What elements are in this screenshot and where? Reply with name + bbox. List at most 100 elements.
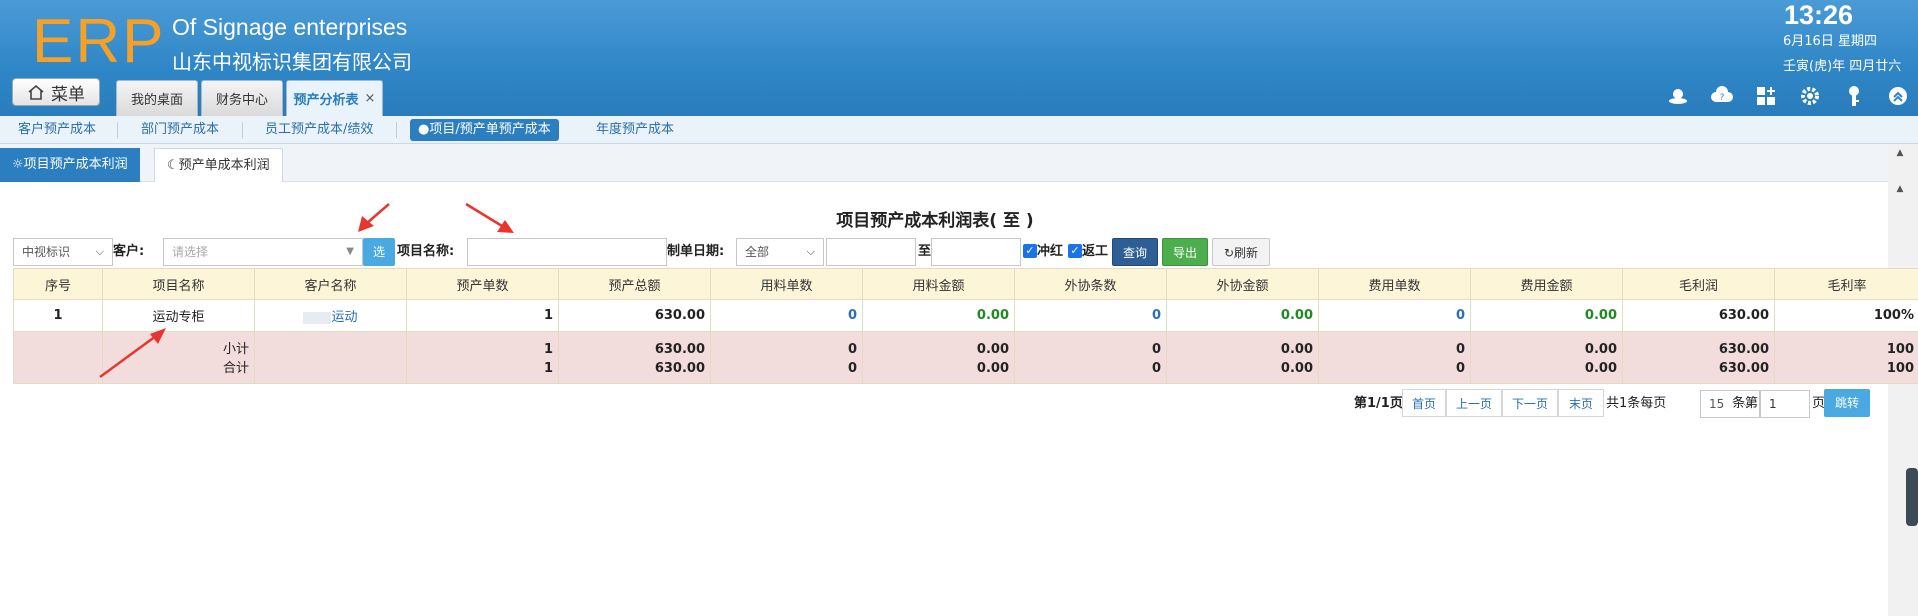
customer-placeholder: 请选择 [172, 245, 209, 259]
project-name-input[interactable] [467, 238, 667, 266]
cell-outsource-count[interactable]: 0 [1014, 299, 1167, 332]
prev-page-button[interactable]: 上一页 [1446, 389, 1502, 417]
tab-finance-center[interactable]: 财务中心 [201, 80, 283, 116]
key-icon[interactable] [1842, 84, 1866, 108]
date-to-label: 至 [918, 244, 932, 259]
col-header[interactable]: 用料单数 [710, 268, 863, 300]
app-header: ERP Of Signage enterprises 山东中视标识集团有限公司 … [0, 0, 1918, 116]
last-page-button[interactable]: 末页 [1558, 389, 1604, 417]
query-button[interactable]: 查询 [1112, 238, 1158, 266]
profit-table: 序号 项目名称 客户名称 预产单数 预产总额 用料单数 用料金额 外协条数 外协… [13, 268, 1918, 384]
sun-icon: ☼ [12, 157, 24, 172]
filter-bar: 中视标识 ⌵ 客户: 请选择 ▼ 选 项目名称: 制单日期: 全部 ⌵ 至 ✓ … [13, 238, 1873, 268]
refresh-icon: ↻ [1223, 246, 1235, 260]
next-page-button[interactable]: 下一页 [1502, 389, 1558, 417]
subnav-employee-cost[interactable]: 员工预产成本/绩效 [265, 116, 373, 144]
cell-fee-count[interactable]: 0 [1318, 299, 1471, 332]
rework-label: 返工 [1082, 244, 1109, 259]
cell-profit-rate: 100% [1774, 299, 1918, 332]
refresh-button[interactable]: ↻刷新 [1212, 238, 1270, 266]
scroll-up-icon[interactable]: ▲ [1892, 184, 1908, 198]
date-label: 制单日期: [667, 244, 725, 259]
gear-icon[interactable] [1798, 84, 1822, 108]
cell-outsource-amount: 0.00 [1166, 299, 1319, 332]
tab-order-profit[interactable]: ☾预产单成本利润 [154, 148, 283, 182]
cell-sum-fee-count: 00 [1318, 331, 1471, 384]
subnav-divider [242, 122, 243, 138]
customer-link[interactable]: 运动 [331, 310, 357, 325]
user-hat-icon[interactable] [1666, 84, 1690, 108]
jump-page-button[interactable]: 跳转 [1824, 389, 1870, 417]
company-select[interactable]: 中视标识 ⌵ [13, 238, 113, 266]
col-header[interactable]: 外协金额 [1166, 268, 1319, 300]
choose-customer-button[interactable]: 选 [363, 238, 395, 266]
tab-preprod-analysis[interactable]: 预产分析表 × [286, 80, 383, 116]
subnav-divider [117, 122, 118, 138]
subnav-project-cost[interactable]: ●项目/预产单预产成本 [410, 119, 559, 141]
report-title: 项目预产成本利润表( 至 ) [836, 211, 1034, 231]
scrollbar-thumb[interactable] [1906, 468, 1918, 526]
subnav-department-cost[interactable]: 部门预产成本 [141, 116, 219, 144]
svg-text:?: ? [1720, 93, 1725, 103]
date-to-input[interactable] [931, 238, 1021, 266]
collapse-up-icon[interactable] [1886, 84, 1910, 108]
menu-button[interactable]: 菜单 [12, 78, 100, 106]
menu-button-label: 菜单 [51, 84, 85, 105]
cell-sum-total: 630.00 630.00 [558, 331, 711, 384]
customer-input[interactable]: 请选择 ▼ [163, 238, 363, 266]
col-header[interactable]: 序号 [13, 268, 103, 300]
cell-customer: 运动 [254, 299, 407, 332]
customer-label: 客户: [113, 244, 145, 259]
scroll-up-icon[interactable]: ▲ [1892, 148, 1908, 162]
red-reverse-label: 冲红 [1037, 244, 1064, 259]
date-range-select[interactable]: 全部 ⌵ [736, 238, 824, 266]
page-suffix-text: 条第 [1732, 396, 1759, 411]
tab-my-desktop[interactable]: 我的桌面 [116, 80, 198, 116]
pagination: 第1/1页 首页 上一页 下一页 末页 共1条每页 15 ⌵ 条第 1 页 跳转 [0, 389, 1918, 419]
cell-profit: 630.00 [1622, 299, 1775, 332]
col-header[interactable]: 毛利润 [1622, 268, 1775, 300]
cell-summary-labels: 小计 合计 [102, 331, 255, 384]
cell-sum-material-count: 00 [710, 331, 863, 384]
cell-no: 1 [13, 299, 103, 332]
total-records-text: 共1条每页 [1606, 396, 1667, 411]
tab-project-profit[interactable]: ☼项目预产成本利润 [0, 148, 140, 182]
date-from-input[interactable] [826, 238, 916, 266]
chevron-down-icon: ⌵ [95, 245, 104, 258]
subnav-annual-cost[interactable]: 年度预产成本 [596, 116, 674, 144]
tab-label: 项目预产成本利润 [23, 157, 128, 172]
cell-orders: 1 [406, 299, 559, 332]
clock-lunar-date: 壬寅(虎)年 四月廿六 [1783, 59, 1902, 74]
page-number-input[interactable]: 1 [1760, 390, 1810, 418]
cell-material-count[interactable]: 0 [710, 299, 863, 332]
col-header[interactable]: 预产单数 [406, 268, 559, 300]
cloud-help-icon[interactable]: ? [1710, 84, 1734, 108]
company-name-cn: 山东中视标识集团有限公司 [172, 50, 412, 74]
col-header[interactable]: 费用金额 [1470, 268, 1623, 300]
grandtotal-label: 合计 [222, 361, 249, 376]
red-reverse-checkbox[interactable]: ✓ [1023, 244, 1037, 258]
rework-checkbox[interactable]: ✓ [1068, 244, 1082, 258]
col-header[interactable]: 毛利率 [1774, 268, 1918, 300]
col-header[interactable]: 费用单数 [1318, 268, 1471, 300]
subnav-divider [396, 122, 397, 138]
table-row[interactable]: 1 运动专柜 运动 1 630.00 0 0.00 0 0.00 0 0.00 … [13, 299, 1918, 332]
col-header[interactable]: 客户名称 [254, 268, 407, 300]
clock-date: 6月16日 星期四 [1783, 34, 1877, 49]
cell-sum-profit: 630.00 630.00 [1622, 331, 1775, 384]
col-header[interactable]: 外协条数 [1014, 268, 1167, 300]
summary-row: 小计 合计 11 630.00 630.00 00 0.00 0.00 00 0.0… [13, 331, 1918, 384]
tab-close-icon[interactable]: × [365, 91, 376, 106]
first-page-button[interactable]: 首页 [1402, 389, 1446, 417]
export-button[interactable]: 导出 [1162, 238, 1208, 266]
col-header[interactable]: 项目名称 [102, 268, 255, 300]
col-header[interactable]: 预产总额 [558, 268, 711, 300]
tab-label: 预产单成本利润 [178, 158, 270, 173]
subnav-customer-cost[interactable]: 客户预产成本 [18, 116, 96, 144]
cell-empty [254, 331, 407, 384]
caret-down-icon: ▼ [346, 246, 354, 257]
home-icon [28, 84, 44, 100]
col-header[interactable]: 用料金额 [862, 268, 1015, 300]
select-value: 中视标识 [22, 245, 71, 259]
grid-add-icon[interactable] [1754, 84, 1778, 108]
